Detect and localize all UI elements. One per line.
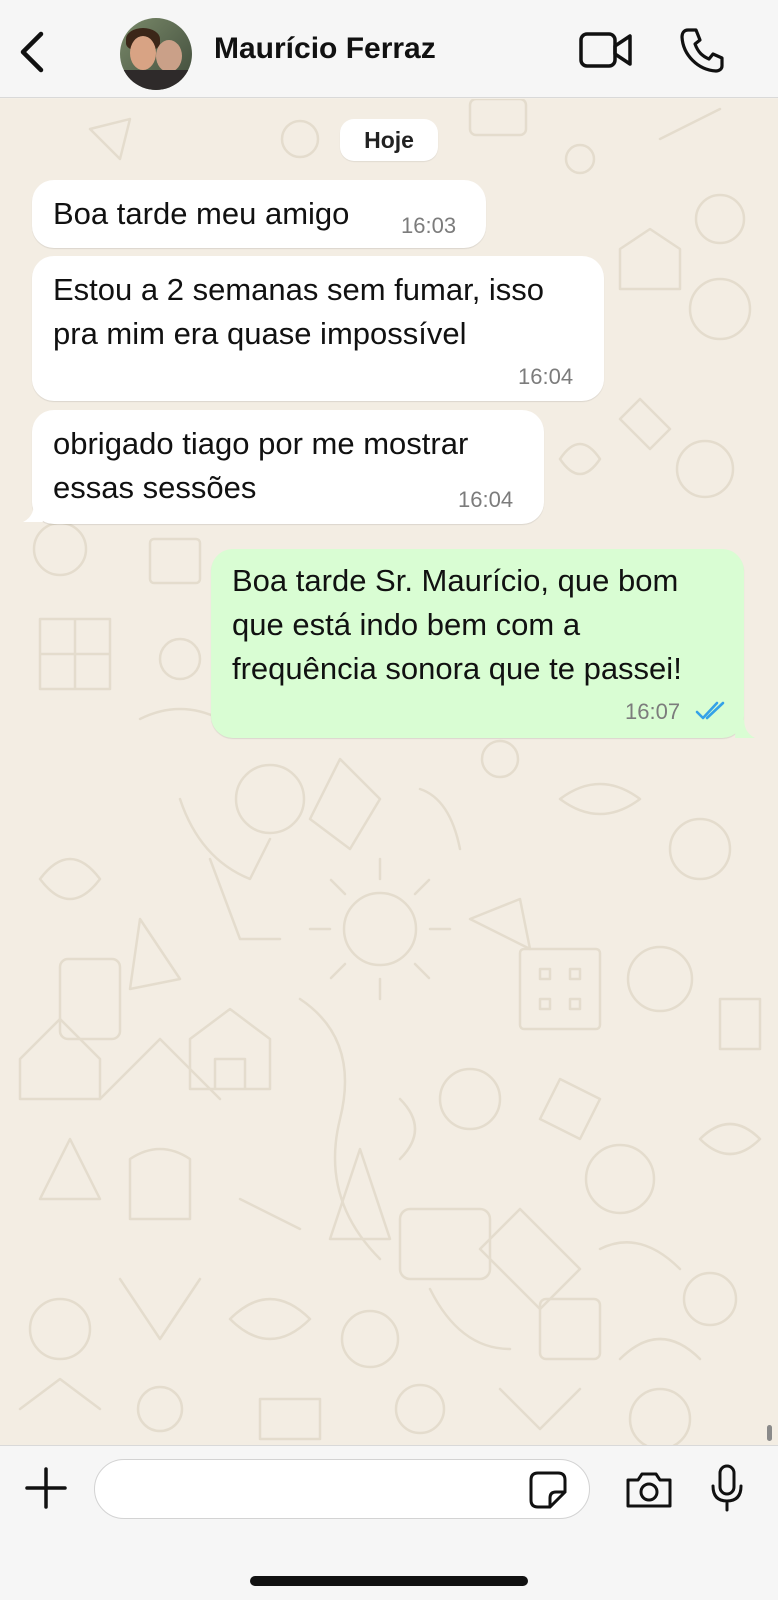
message-text: obrigado tiago por me mostrar essas sess… [53,422,468,510]
chevron-left-icon [20,31,44,73]
message-text: Boa tarde meu amigo [53,192,349,236]
message-time: 16:03 [401,213,457,238]
message-line: obrigado tiago por me mostrar [53,426,469,461]
phone-icon [680,28,724,73]
message-input[interactable] [94,1459,590,1519]
outgoing-message[interactable]: Boa tarde Sr. Maurício, que bom que está… [211,549,744,738]
video-call-button[interactable] [578,28,634,72]
contact-avatar[interactable] [120,18,192,90]
bubble-tail [735,720,755,738]
sticker-button[interactable] [528,1470,568,1510]
message-line: que está indo bem com a [232,607,581,642]
incoming-message[interactable]: Estou a 2 semanas sem fumar, isso pra mi… [32,256,604,401]
home-indicator[interactable] [250,1576,528,1586]
message-time: 16:04 [518,364,574,389]
message-time: 16:07 [625,699,681,724]
voice-message-button[interactable] [710,1464,744,1512]
video-camera-icon [579,32,632,68]
chat-header: Maurício Ferraz [0,0,778,98]
message-line: Boa tarde Sr. Maurício, que bom [232,563,679,598]
camera-button[interactable] [624,1470,674,1510]
microphone-icon [711,1464,743,1512]
incoming-message[interactable]: Boa tarde meu amigo 16:03 [32,180,486,248]
message-text: Boa tarde Sr. Maurício, que bom que está… [232,559,682,691]
plus-icon [25,1467,67,1509]
message-composer [0,1445,778,1600]
double-check-icon [695,701,725,720]
contact-name[interactable]: Maurício Ferraz [214,32,436,66]
attach-button[interactable] [24,1466,68,1510]
message-line: essas sessões [53,470,257,505]
back-button[interactable] [14,30,50,74]
message-text: Estou a 2 semanas sem fumar, isso pra mi… [53,268,544,356]
voice-call-button[interactable] [676,24,728,76]
message-line: frequência sonora que te passei! [232,651,682,686]
message-time: 16:04 [458,487,514,512]
date-separator: Hoje [340,119,438,161]
sticker-icon [529,1471,567,1509]
scrollbar[interactable] [767,1425,772,1441]
bubble-tail [23,504,43,522]
incoming-message[interactable]: obrigado tiago por me mostrar essas sess… [32,410,544,524]
message-line: pra mim era quase impossível [53,316,467,351]
message-line: Boa tarde meu amigo [53,196,350,231]
camera-icon [626,1472,672,1508]
message-list[interactable]: Hoje Boa tarde meu amigo 16:03 Estou a 2… [0,99,778,1445]
message-line: Estou a 2 semanas sem fumar, isso [53,272,545,307]
